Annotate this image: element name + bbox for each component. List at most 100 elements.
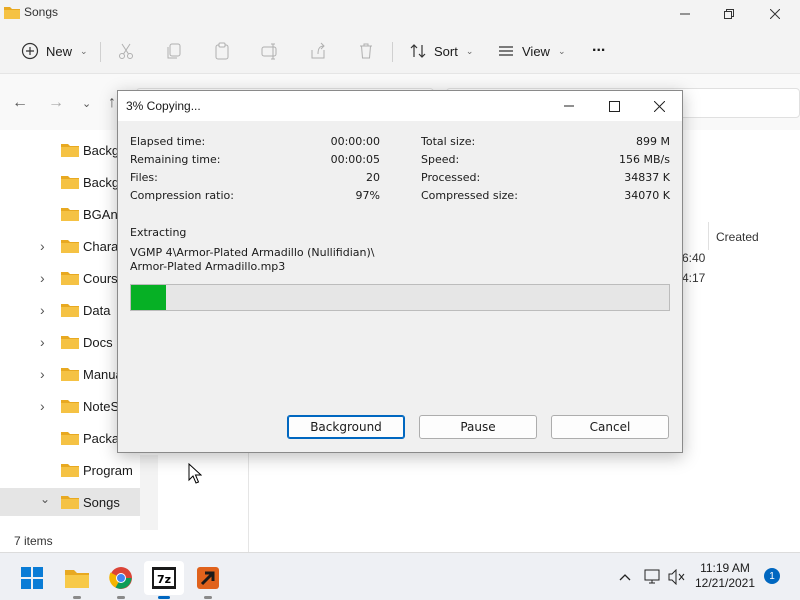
chevron-right-icon[interactable]: › xyxy=(40,334,45,350)
running-indicator xyxy=(204,596,212,599)
view-list-icon xyxy=(496,41,516,61)
chevron-up-icon xyxy=(619,574,631,581)
chevron-right-icon[interactable]: › xyxy=(40,270,45,286)
folder-icon xyxy=(4,7,20,19)
minimize-icon xyxy=(680,13,690,15)
app-arrow-icon xyxy=(197,567,219,589)
compressed-size-value: 34070 K xyxy=(624,189,670,202)
restore-button[interactable] xyxy=(706,0,752,28)
pane-splitter[interactable] xyxy=(140,455,158,530)
sidebar-item[interactable]: Program xyxy=(0,456,140,484)
chevron-down-icon[interactable]: ⌄ xyxy=(40,492,50,506)
dialog-titlebar[interactable]: 3% Copying... xyxy=(118,91,682,121)
created-cell: 4:17 xyxy=(682,271,706,285)
cancel-button[interactable]: Cancel xyxy=(551,415,669,439)
taskbar-chrome[interactable] xyxy=(101,561,141,599)
more-options-button[interactable]: ... xyxy=(592,32,605,62)
mouse-pointer-icon xyxy=(188,463,202,484)
view-button[interactable]: View ⌄ xyxy=(496,36,566,66)
recent-chevron-icon[interactable]: ⌄ xyxy=(82,97,91,110)
taskbar-app[interactable] xyxy=(188,561,228,599)
share-button[interactable] xyxy=(308,36,328,66)
folder-icon xyxy=(61,464,79,477)
scissors-icon xyxy=(116,41,136,61)
elapsed-time-value: 00:00:00 xyxy=(330,135,380,148)
speed-label: Speed: xyxy=(421,153,460,166)
forward-arrow-icon[interactable]: → xyxy=(48,94,64,112)
copy-button[interactable] xyxy=(164,36,184,66)
back-arrow-icon[interactable]: ← xyxy=(12,94,28,112)
chevron-right-icon[interactable]: › xyxy=(40,238,45,254)
processed-label: Processed: xyxy=(421,171,481,184)
close-button[interactable] xyxy=(752,0,798,28)
share-icon xyxy=(308,41,328,61)
current-file-path: VGMP 4\Armor-Plated Armadillo (Nullifidi… xyxy=(130,246,375,259)
elapsed-time-label: Elapsed time: xyxy=(130,135,206,148)
files-value: 20 xyxy=(366,171,380,184)
paste-button[interactable] xyxy=(212,36,232,66)
folder-icon xyxy=(61,496,79,509)
status-item-count: 7 items xyxy=(14,534,53,548)
network-button[interactable] xyxy=(643,567,663,587)
more-dots-icon: ... xyxy=(592,38,606,55)
close-icon xyxy=(653,100,665,112)
files-label: Files: xyxy=(130,171,158,184)
notification-badge[interactable]: 1 xyxy=(764,568,780,584)
folder-icon xyxy=(61,272,79,285)
folder-icon xyxy=(61,240,79,253)
folder-icon xyxy=(61,336,79,349)
chevron-right-icon[interactable]: › xyxy=(40,302,45,318)
plus-circle-icon xyxy=(20,41,40,61)
sidebar-item[interactable]: ⌄ Songs xyxy=(0,488,140,516)
file-explorer-icon xyxy=(65,570,89,588)
toolbar-divider xyxy=(392,42,393,62)
sidebar-item-label: Data xyxy=(83,302,111,318)
sort-label: Sort xyxy=(434,43,458,59)
remaining-time-label: Remaining time: xyxy=(130,153,221,166)
pause-button[interactable]: Pause xyxy=(419,415,537,439)
dialog-maximize-button[interactable] xyxy=(591,91,637,121)
dialog-close-button[interactable] xyxy=(636,91,682,121)
chevron-right-icon[interactable]: › xyxy=(40,398,45,414)
sidebar-item-label: Docs xyxy=(83,334,113,350)
copy-progress-dialog: 3% Copying... Elapsed time: 00:00:00 Rem… xyxy=(117,90,683,453)
sort-button[interactable]: Sort ⌄ xyxy=(408,36,473,66)
explorer-titlebar[interactable]: Songs xyxy=(0,0,800,28)
system-clock[interactable]: 11:19 AM 12/21/2021 xyxy=(690,561,760,591)
start-button[interactable] xyxy=(12,561,52,595)
clock-date: 12/21/2021 xyxy=(694,576,756,590)
progress-bar xyxy=(130,284,670,311)
show-hidden-icons-button[interactable] xyxy=(615,567,635,587)
dialog-minimize-button[interactable] xyxy=(546,91,592,121)
rename-button[interactable] xyxy=(260,36,280,66)
taskbar-7zip[interactable]: 7z xyxy=(144,561,184,599)
volume-muted-icon xyxy=(668,569,685,585)
active-indicator xyxy=(158,596,170,599)
volume-button[interactable] xyxy=(667,567,687,587)
progress-fill xyxy=(131,285,166,310)
new-button[interactable]: New ⌄ xyxy=(20,36,88,66)
chevron-down-icon: ⌄ xyxy=(465,45,474,56)
background-button[interactable]: Background xyxy=(287,415,405,439)
folder-icon xyxy=(61,208,79,221)
remaining-time-value: 00:00:05 xyxy=(330,153,380,166)
delete-button[interactable] xyxy=(356,36,376,66)
taskbar-file-explorer[interactable] xyxy=(57,561,97,599)
column-header-created[interactable]: Created xyxy=(716,230,759,244)
cut-button[interactable] xyxy=(116,36,136,66)
column-divider xyxy=(708,222,709,250)
maximize-icon xyxy=(608,100,620,112)
created-cell: 6:40 xyxy=(682,251,706,265)
chevron-right-icon[interactable]: › xyxy=(40,366,45,382)
svg-text:7z: 7z xyxy=(157,573,171,586)
folder-icon xyxy=(61,400,79,413)
sidebar-item-label: Songs xyxy=(83,494,120,510)
speed-value: 156 MB/s xyxy=(619,153,670,166)
processed-value: 34837 K xyxy=(624,171,670,184)
chrome-icon xyxy=(109,567,132,589)
taskbar: 7z 11:19 AM 12/21/2021 1 xyxy=(0,552,800,600)
minimize-button[interactable] xyxy=(662,0,708,28)
folder-icon xyxy=(61,304,79,317)
up-arrow-icon[interactable]: ↑ xyxy=(108,94,116,112)
clipboard-icon xyxy=(212,41,232,61)
